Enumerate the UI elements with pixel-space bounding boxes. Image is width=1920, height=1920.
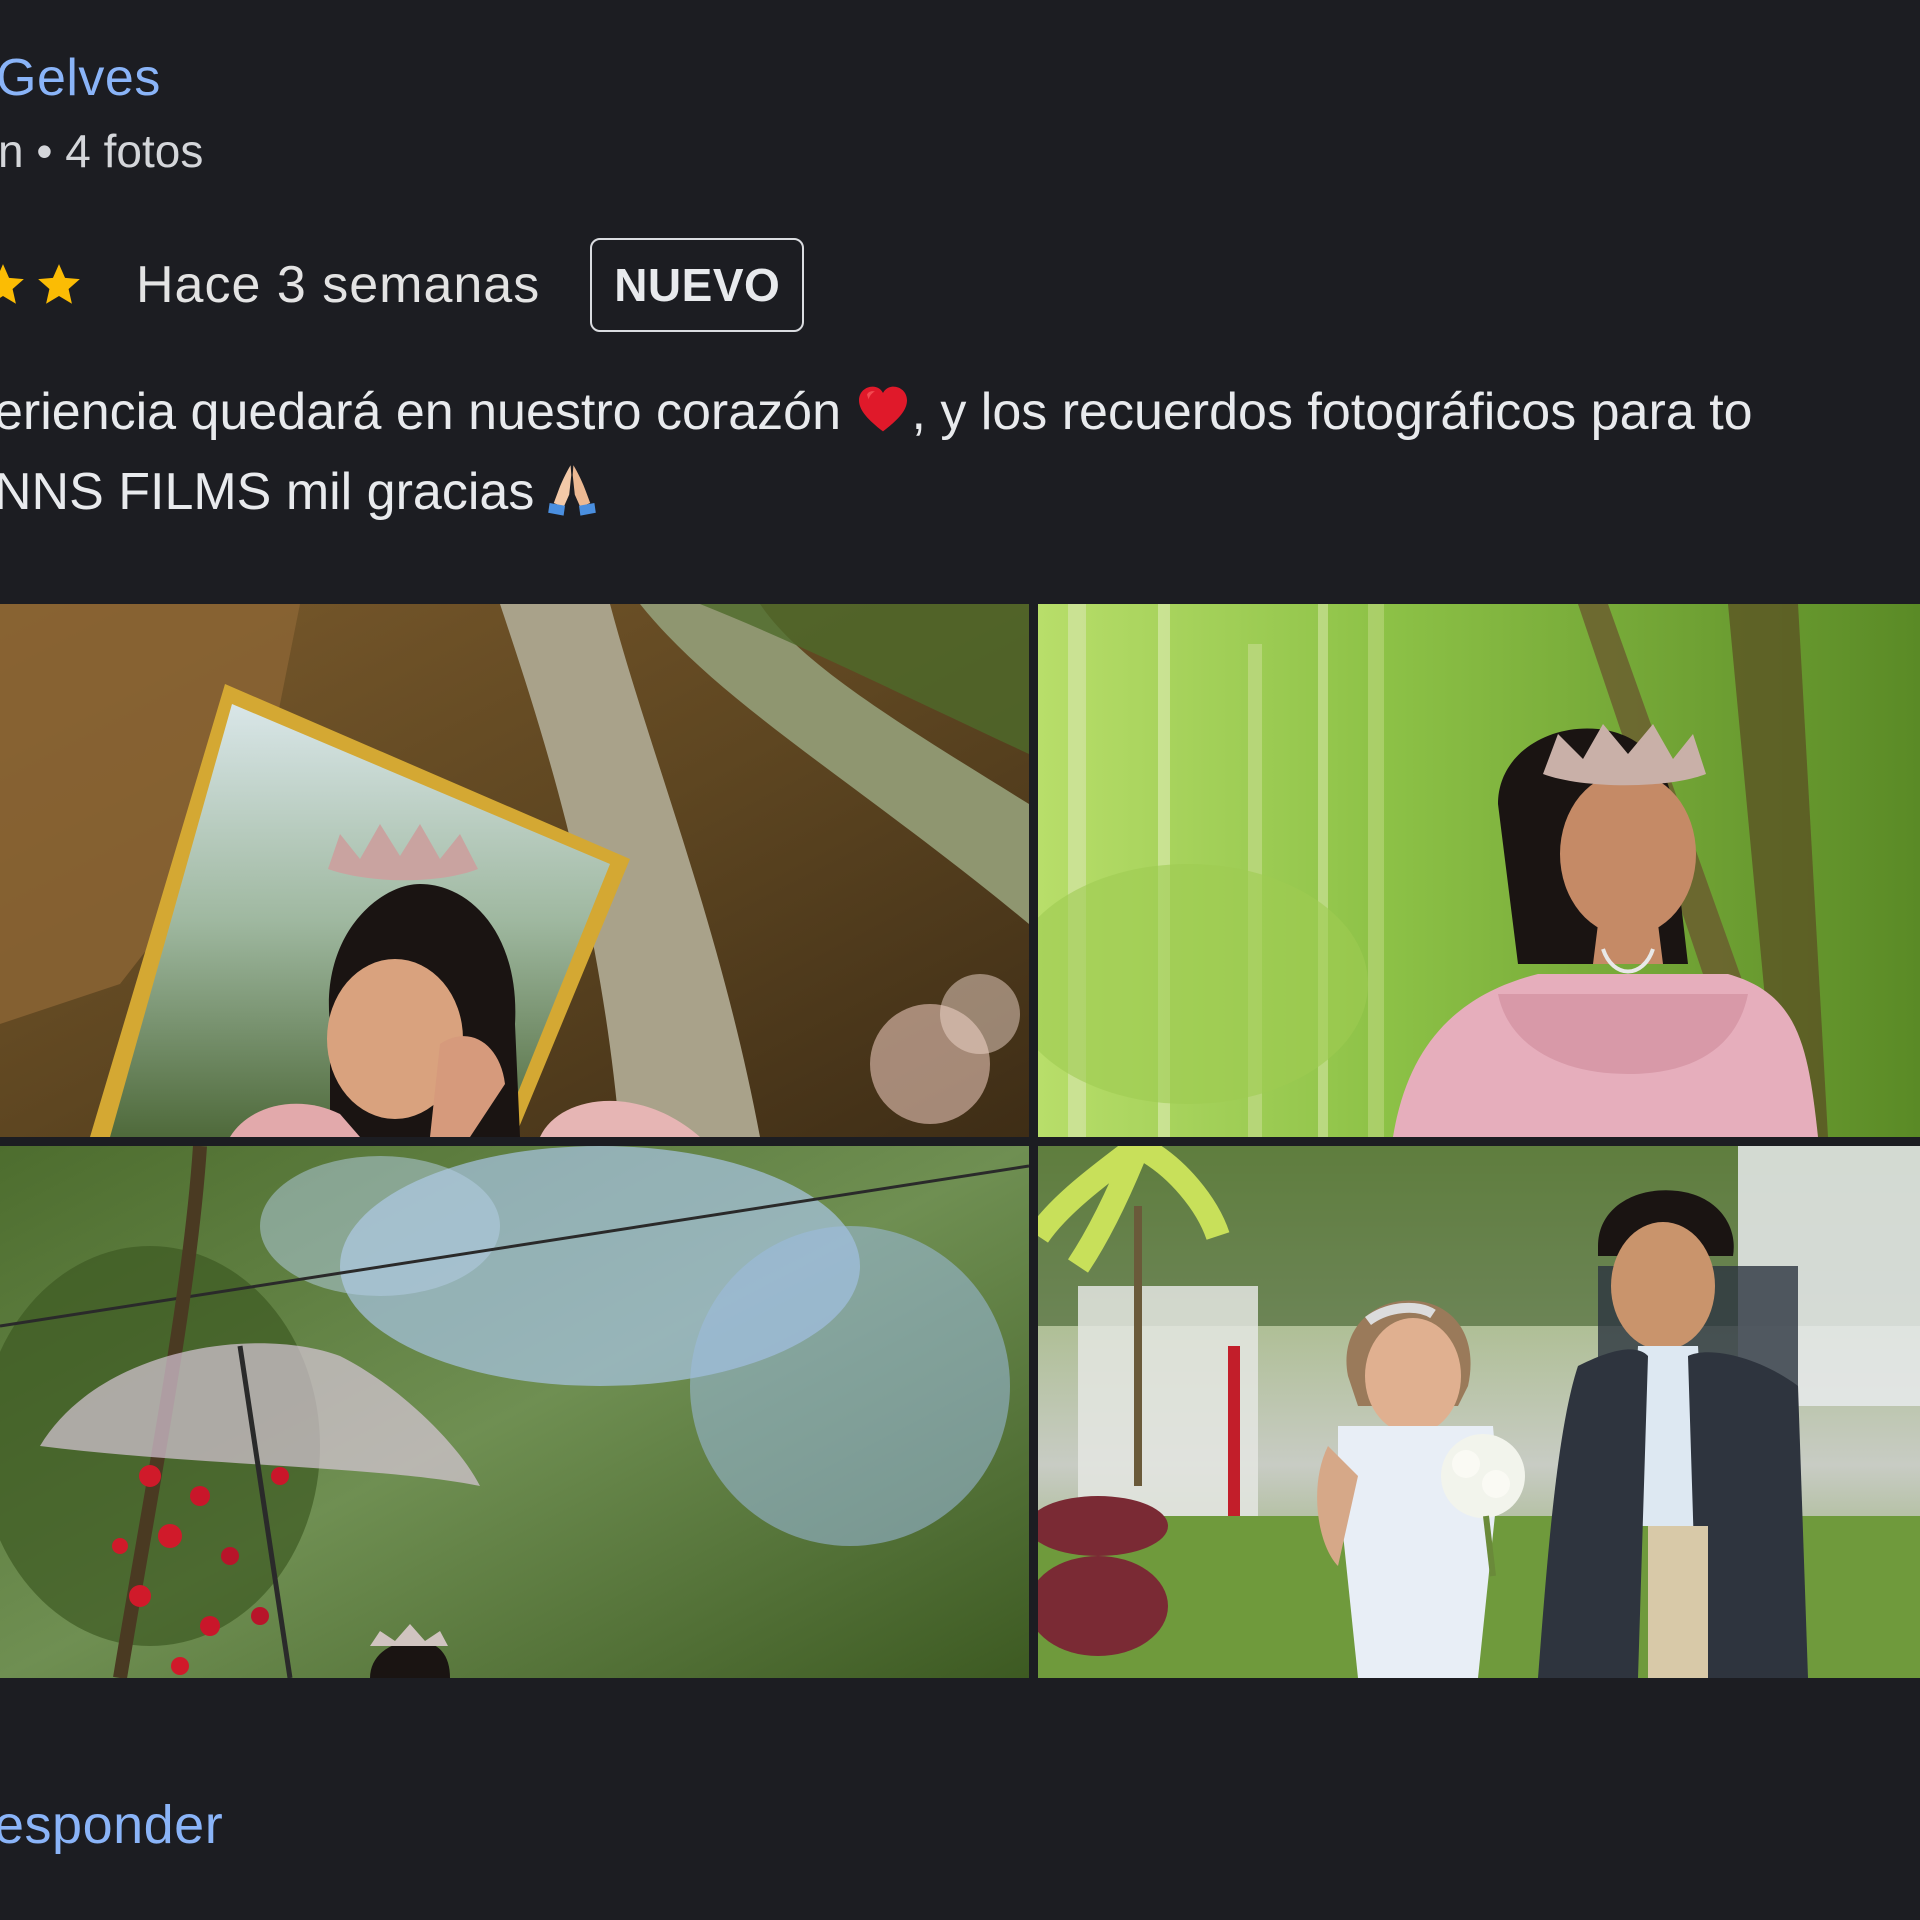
review-text-segment: NNS FILMS mil gracias bbox=[0, 463, 535, 521]
photo-umbrella-petals bbox=[0, 1146, 1029, 1678]
new-badge: NUEVO bbox=[590, 238, 805, 332]
review-photo-1[interactable] bbox=[0, 604, 1029, 1137]
review-text-segment: eriencia quedará en nuestro corazón bbox=[0, 383, 842, 441]
review-card: Gelves n • 4 fotos Hace 3 semanas NUEVO … bbox=[0, 0, 1920, 1920]
red-heart-icon bbox=[859, 386, 908, 432]
star-icon bbox=[38, 264, 80, 304]
star-icon bbox=[0, 264, 24, 304]
photo-quinceanera-forest bbox=[1038, 604, 1920, 1137]
review-text-segment: , y los recuerdos fotográficos para to bbox=[911, 383, 1753, 441]
photo-mirror-quinceanera bbox=[0, 604, 1029, 1137]
review-text-line-2: NNS FILMS mil gracias bbox=[0, 452, 1753, 532]
review-photo-4[interactable] bbox=[1038, 1146, 1920, 1678]
rating-row: Hace 3 semanas NUEVO bbox=[0, 238, 805, 332]
review-text-line-1: eriencia quedará en nuestro corazón , y … bbox=[0, 372, 1753, 452]
photo-grid bbox=[0, 604, 1920, 1678]
author-meta: n • 4 fotos bbox=[0, 125, 204, 177]
review-time: Hace 3 semanas bbox=[136, 256, 541, 314]
photo-wedding-couple bbox=[1038, 1146, 1920, 1678]
folded-hands-icon bbox=[548, 465, 597, 516]
review-photo-3[interactable] bbox=[0, 1146, 1029, 1678]
reply-button[interactable]: esponder bbox=[0, 1794, 223, 1856]
review-photo-2[interactable] bbox=[1038, 604, 1920, 1137]
star-rating bbox=[0, 260, 90, 310]
author-name[interactable]: Gelves bbox=[0, 48, 161, 108]
review-text: eriencia quedará en nuestro corazón , y … bbox=[0, 372, 1753, 532]
